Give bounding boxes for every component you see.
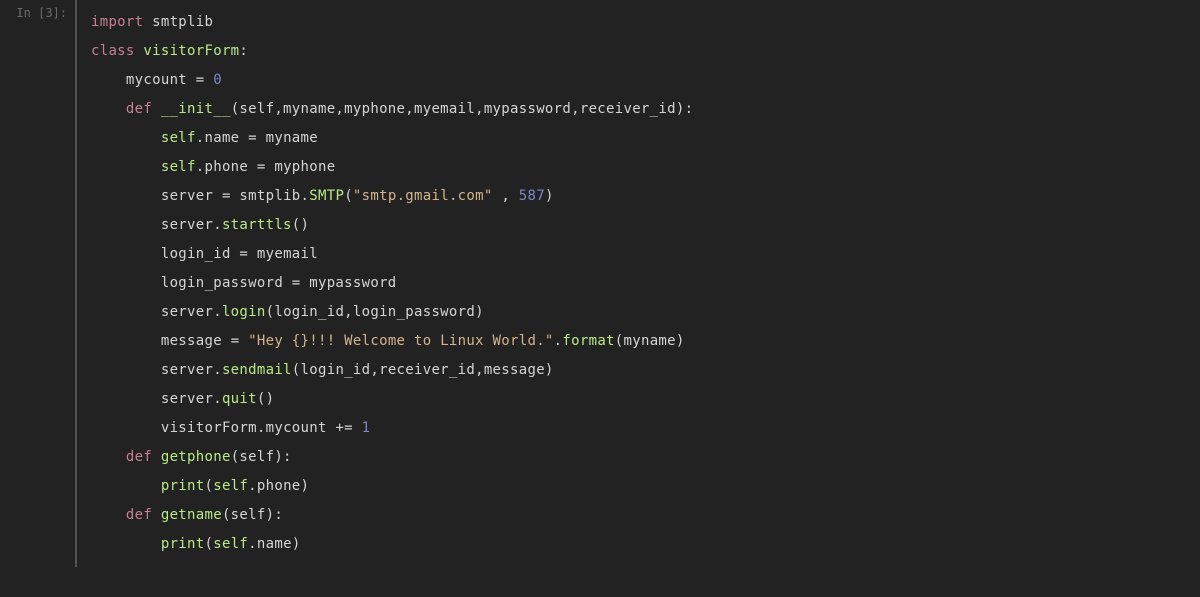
- keyword-import: import: [91, 14, 143, 30]
- mod: smtplib: [239, 188, 300, 204]
- self: self: [161, 159, 196, 175]
- obj: server: [161, 391, 213, 407]
- self: self: [213, 478, 248, 494]
- var: server: [161, 188, 213, 204]
- call: starttls: [222, 217, 292, 233]
- var: mycount: [126, 72, 187, 88]
- params: (self):: [231, 449, 292, 465]
- var: login_id: [161, 246, 231, 262]
- keyword-class: class: [91, 43, 135, 59]
- params: (self):: [222, 507, 283, 523]
- eq: =: [248, 130, 257, 146]
- call: quit: [222, 391, 257, 407]
- keyword-def: def: [126, 449, 152, 465]
- rhs: myname: [266, 130, 318, 146]
- number: 0: [213, 72, 222, 88]
- obj: server: [161, 304, 213, 320]
- method-name: getname: [161, 507, 222, 523]
- attr: .phone: [196, 159, 248, 175]
- number: 1: [362, 420, 371, 436]
- obj: server: [161, 217, 213, 233]
- call: sendmail: [222, 362, 292, 378]
- parens: (): [257, 391, 274, 407]
- open: (: [205, 478, 214, 494]
- call: print: [161, 478, 205, 494]
- self: self: [161, 130, 196, 146]
- eq: =: [239, 246, 248, 262]
- open: (: [344, 188, 353, 204]
- class-name: visitorForm: [143, 43, 239, 59]
- input-prompt: In [3]:: [0, 0, 75, 20]
- op: +=: [335, 420, 352, 436]
- number: 587: [519, 188, 545, 204]
- open: (: [205, 536, 214, 552]
- var: message: [161, 333, 222, 349]
- module-name: smtplib: [152, 14, 213, 30]
- eq: =: [292, 275, 301, 291]
- rhs: mypassword: [309, 275, 396, 291]
- self: self: [213, 536, 248, 552]
- attr: .name: [196, 130, 240, 146]
- call: login: [222, 304, 266, 320]
- rhs: myemail: [257, 246, 318, 262]
- dot: .: [213, 362, 222, 378]
- params: (self,myname,myphone,myemail,mypassword,…: [231, 101, 694, 117]
- eq: =: [231, 333, 240, 349]
- rhs: myphone: [274, 159, 335, 175]
- parens: (): [292, 217, 309, 233]
- string: "smtp.gmail.com": [353, 188, 493, 204]
- dot: .: [213, 391, 222, 407]
- code-cell: In [3]: import smtplib class visitorForm…: [0, 0, 1200, 567]
- obj: visitorForm: [161, 420, 257, 436]
- args: (login_id,login_password): [266, 304, 484, 320]
- method-name: getphone: [161, 449, 231, 465]
- method-init: __init__: [161, 101, 231, 117]
- call: print: [161, 536, 205, 552]
- args: (login_id,receiver_id,message): [292, 362, 554, 378]
- attr: mycount: [266, 420, 327, 436]
- attr: .name: [248, 536, 292, 552]
- args: (myname): [615, 333, 685, 349]
- call: format: [562, 333, 614, 349]
- close: ): [545, 188, 554, 204]
- string: "Hey {}!!! Welcome to Linux World.": [248, 333, 554, 349]
- call: SMTP: [309, 188, 344, 204]
- var: login_password: [161, 275, 283, 291]
- keyword-def: def: [126, 507, 152, 523]
- close: ): [301, 478, 310, 494]
- keyword-def: def: [126, 101, 152, 117]
- attr: .phone: [248, 478, 300, 494]
- dot: .: [257, 420, 266, 436]
- comma: ,: [493, 188, 519, 204]
- close: ): [292, 536, 301, 552]
- eq: =: [196, 72, 205, 88]
- dot: .: [213, 304, 222, 320]
- obj: server: [161, 362, 213, 378]
- eq: =: [257, 159, 266, 175]
- dot: .: [213, 217, 222, 233]
- code-editor[interactable]: import smtplib class visitorForm: mycoun…: [75, 0, 1200, 567]
- colon: :: [239, 43, 248, 59]
- eq: =: [222, 188, 231, 204]
- dot: .: [301, 188, 310, 204]
